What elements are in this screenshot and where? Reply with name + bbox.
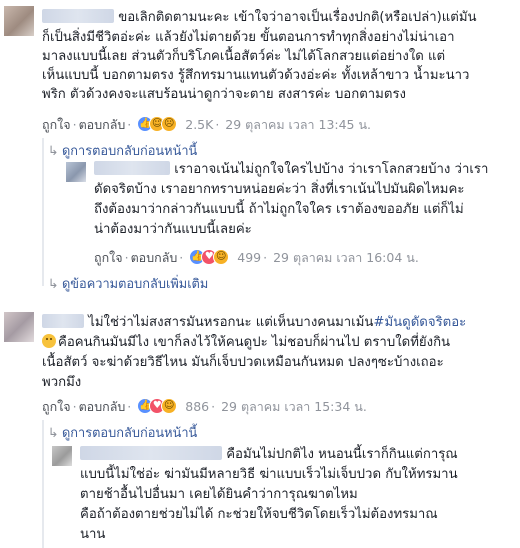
- timestamp[interactable]: 29 ตุลาคม เวลา 16:04 น.: [273, 250, 419, 265]
- commenter-name[interactable]: [42, 314, 84, 328]
- reactions-summary[interactable]: 👍 ☺ ☹: [137, 116, 181, 132]
- reply-body: คือมันไม่ปกติไง หนอนนี้เราก็กินแต่การุณ: [80, 445, 458, 464]
- view-previous-replies[interactable]: ↳ ดูการตอบกลับก่อนหน้านี้: [48, 140, 197, 161]
- comment-text-line: คือคนกินมันมีไง เขาก็ลงไว้ให้คนดูปะ ไม่ช…: [42, 333, 450, 352]
- reply-text-line: คือถ้าต้องตายช่วยไม่ได้ กะช่วยให้จบชีวิต…: [80, 507, 438, 522]
- comment-meta: ถูกใจ · ตอบกลับ · 👍 ♥ ☺ 886 · 29 ตุลาคม เวลา…: [42, 398, 367, 414]
- comment-meta: ถูกใจ · ตอบกลับ · 👍 ☺ ☹ 2.5K · 29 ตุลาคม เวล…: [42, 116, 372, 132]
- reactions-summary[interactable]: 👍 ♥ ☺: [137, 398, 181, 414]
- reply-link[interactable]: ตอบกลับ: [79, 117, 126, 132]
- reply-text-line: ถึงต้องมาว่ากล่าวกันแบบนี้ ถ้าไม่ถูกใจใค…: [94, 202, 464, 217]
- reply-text-line: นาน: [80, 527, 106, 542]
- avatar[interactable]: [4, 6, 34, 36]
- comment-text-line: ก็เป็นสิ่งมีชีวิตอ่ะค่ะ แล้วยังไม่ตายด้ว…: [42, 30, 455, 45]
- reply-link[interactable]: ตอบกลับ: [131, 250, 178, 265]
- avatar[interactable]: [66, 162, 86, 182]
- comment-body: ไม่ใช่ว่าไม่สงสารมันหรอกนะ แต่เห็นบางคนม…: [42, 313, 466, 332]
- view-previous-replies[interactable]: ↳ ดูการตอบกลับก่อนหน้านี้: [48, 422, 197, 443]
- like-link[interactable]: ถูกใจ: [42, 399, 71, 414]
- like-link[interactable]: ถูกใจ: [42, 117, 71, 132]
- comment-text-line: เนื้อสัตว์ จะฆ่าด้วยวิธีไหน มันก็เจ็บปวด…: [42, 355, 444, 370]
- comment-text-line: พวกมึง: [42, 375, 82, 390]
- reply-link[interactable]: ตอบกลับ: [79, 399, 126, 414]
- comment-text-line: เห็นแบบนี้ บอกตามตรง รู้สึกทรมานแทนตัวด้…: [42, 68, 470, 83]
- sad-reaction-icon: ☹: [161, 116, 178, 132]
- reply-text-line: ดัดจริตบ้าง เราอยากทราบหน่อยค่ะว่า สิ่งท…: [94, 182, 465, 197]
- reply-meta: ถูกใจ · ตอบกลับ · 👍 ♥ ☺ 499 · 29 ตุลาคม เวลา…: [94, 249, 419, 265]
- reply-arrow-icon: ↳: [48, 426, 59, 441]
- haha-reaction-icon: ☺: [213, 249, 230, 265]
- commenter-name[interactable]: [94, 161, 170, 175]
- comment-text-line: มาลงแบบนี้เลย ส่วนตัวก็บริโภคเนื้อสัตว์ค…: [42, 49, 446, 64]
- comment-text-line: พริก ตัวด้วงคงจะแสบร้อนน่าดูกว่าจะตาย สง…: [42, 87, 406, 102]
- commenter-name[interactable]: [80, 446, 222, 460]
- reaction-count[interactable]: 499: [237, 250, 261, 265]
- avatar[interactable]: [4, 312, 34, 342]
- avatar[interactable]: [52, 446, 72, 466]
- reply-text-line: ตายช้าอื้นไปอื่นมา เคยได้ยินคำว่าการุณฆา…: [80, 487, 358, 502]
- reactions-summary[interactable]: 👍 ♥ ☺: [189, 249, 233, 265]
- haha-reaction-icon: ☺: [161, 398, 178, 414]
- view-more-replies[interactable]: ↳ ดูข้อความตอบกลับเพิ่มเติม: [48, 273, 208, 294]
- comment-thread: { "comments": [ { "lines": [ "ขอเลิกติดต…: [0, 0, 520, 548]
- reply-text-line: น่าต้องมาว่ากันแบบนี้เลยค่ะ: [94, 222, 252, 237]
- reply-arrow-icon: ↳: [48, 144, 59, 159]
- timestamp[interactable]: 29 ตุลาคม เวลา 13:45 น.: [225, 117, 371, 132]
- reply-thread-line: [42, 138, 44, 286]
- reaction-count[interactable]: 886: [185, 399, 209, 414]
- reaction-count[interactable]: 2.5K: [185, 117, 213, 132]
- like-link[interactable]: ถูกใจ: [94, 250, 123, 265]
- timestamp[interactable]: 29 ตุลาคม เวลา 15:34 น.: [221, 399, 367, 414]
- reply-thread-line: [42, 420, 44, 548]
- sad-emoji-icon: [42, 334, 56, 348]
- reply-text-line: แบบนี้ไม่ใช่อ่ะ ฆ่ามันมีหลายวิธี ฆ่าแบบเ…: [80, 467, 458, 482]
- reply-body: เราอาจเน้นไม่ถูกใจใครไปบ้าง ว่าเราโลกสวย…: [94, 160, 488, 179]
- commenter-name[interactable]: [42, 9, 114, 23]
- comment-body: ขอเลิกติดตามนะคะ เข้าใจว่าอาจเป็นเรื่องป…: [42, 8, 477, 27]
- reply-arrow-icon: ↳: [48, 277, 59, 292]
- hashtag-link[interactable]: #มันดูดัดจริตอะ: [373, 315, 466, 330]
